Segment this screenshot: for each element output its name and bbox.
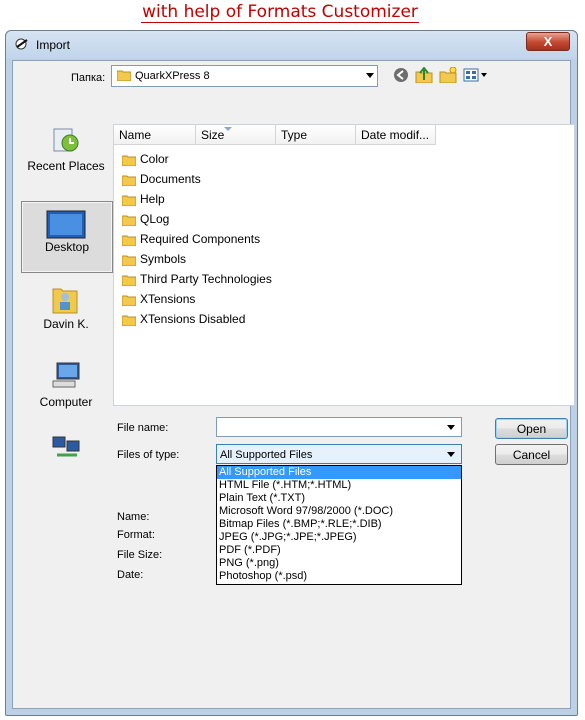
file-name-input[interactable] <box>216 417 462 437</box>
list-item[interactable]: QLog <box>122 209 169 229</box>
file-name: XTensions <box>140 292 196 306</box>
folder-icon <box>122 315 136 326</box>
place-recent-places[interactable]: Recent Places <box>21 125 111 185</box>
place-label: Computer <box>39 395 93 409</box>
dropdown-option[interactable]: Plain Text (*.TXT) <box>217 492 461 505</box>
list-item[interactable]: Third Party Technologies <box>122 269 272 289</box>
column-header-size[interactable]: Size <box>196 125 276 145</box>
folder-icon <box>122 175 136 186</box>
file-name: QLog <box>140 212 170 226</box>
computer-icon <box>52 362 80 388</box>
up-folder-icon[interactable] <box>415 67 433 83</box>
place-desktop[interactable]: Desktop <box>21 201 113 273</box>
place-label: Recent Places <box>27 159 105 173</box>
file-name: Help <box>140 192 165 206</box>
dropdown-option[interactable]: HTML File (*.HTM;*.HTML) <box>217 479 461 492</box>
column-label: Size <box>201 128 225 142</box>
look-in-label: Папка: <box>71 72 106 84</box>
import-dialog: Import X Папка: QuarkXPress 8 Recent Pla… <box>5 30 578 716</box>
back-icon[interactable] <box>393 67 409 83</box>
cancel-label: Cancel <box>512 448 551 462</box>
close-button[interactable]: X <box>526 32 570 51</box>
folder-icon <box>122 195 136 206</box>
caption: with help of Formats Customizer <box>0 2 560 23</box>
desktop-icon <box>46 210 86 239</box>
cancel-button[interactable]: Cancel <box>495 444 568 465</box>
places-bar: Recent Places Desktop Davin K. Computer <box>21 117 113 459</box>
view-menu-icon[interactable] <box>463 67 491 83</box>
column-label: Type <box>281 128 308 142</box>
file-name: Required Components <box>140 232 261 246</box>
new-folder-icon[interactable] <box>439 67 457 83</box>
file-name: Documents <box>140 172 201 186</box>
file-type-dropdown[interactable]: All Supported Files HTML File (*.HTM;*.HT… <box>216 465 462 585</box>
dropdown-option[interactable]: All Supported Files <box>217 466 461 479</box>
chevron-down-icon[interactable] <box>447 425 455 430</box>
column-header-date[interactable]: Date modif... <box>356 125 436 145</box>
place-label: Davin K. <box>43 317 89 331</box>
info-format-label: Format: <box>117 529 155 541</box>
folder-icon <box>117 70 131 81</box>
place-network[interactable] <box>21 435 111 459</box>
file-type-select[interactable]: All Supported Files <box>216 444 462 464</box>
open-button[interactable]: Open <box>495 418 568 439</box>
folder-icon <box>122 275 136 286</box>
list-item[interactable]: Symbols <box>122 249 186 269</box>
file-type-value: All Supported Files <box>220 449 313 461</box>
dropdown-option[interactable]: Bitmap Files (*.BMP;*.RLE;*.DIB) <box>217 518 461 531</box>
look-in-value: QuarkXPress 8 <box>135 70 210 82</box>
folder-icon <box>122 155 136 166</box>
column-header-name[interactable]: Name <box>114 125 196 145</box>
chevron-down-icon[interactable] <box>366 73 374 78</box>
list-item[interactable]: XTensions <box>122 289 195 309</box>
open-label: Open <box>516 422 547 436</box>
file-type-label: Files of type: <box>117 449 180 461</box>
list-item[interactable]: XTensions Disabled <box>122 309 245 329</box>
sort-arrow-icon <box>224 127 232 131</box>
info-name-label: Name: <box>117 511 150 523</box>
column-header-type[interactable]: Type <box>276 125 356 145</box>
column-label: Date modif... <box>361 128 430 142</box>
dropdown-option[interactable]: Photoshop (*.psd) <box>217 570 461 583</box>
network-icon <box>52 436 80 457</box>
dropdown-option[interactable]: Microsoft Word 97/98/2000 (*.DOC) <box>217 505 461 518</box>
folder-icon <box>122 255 136 266</box>
folder-icon <box>122 235 136 246</box>
folder-icon <box>122 215 136 226</box>
quark-app-icon <box>15 38 28 50</box>
place-user[interactable]: Davin K. <box>21 283 111 343</box>
column-label: Name <box>119 128 152 142</box>
file-list[interactable]: Name Size Type Date modif... Color Docume… <box>113 124 575 406</box>
look-in-combo[interactable]: QuarkXPress 8 <box>111 65 378 87</box>
list-item[interactable]: Documents <box>122 169 201 189</box>
file-name: XTensions Disabled <box>140 312 246 326</box>
dropdown-option[interactable]: JPEG (*.JPG;*.JPE;*.JPEG) <box>217 531 461 544</box>
place-computer[interactable]: Computer <box>21 361 111 421</box>
dialog-body: Папка: QuarkXPress 8 Recent Places Deskt… <box>12 60 575 709</box>
info-date-label: Date: <box>117 569 144 581</box>
user-folder-icon <box>52 288 78 314</box>
window-title: Import <box>36 38 71 52</box>
recent-places-icon <box>53 128 79 152</box>
list-item[interactable]: Required Components <box>122 229 260 249</box>
dropdown-option[interactable]: PDF (*.PDF) <box>217 544 461 557</box>
file-name: Symbols <box>140 252 187 266</box>
title-bar: Import X <box>6 31 577 59</box>
list-item[interactable]: Color <box>122 149 169 169</box>
chevron-down-icon[interactable] <box>447 452 455 457</box>
info-size-label: File Size: <box>117 549 163 561</box>
list-item[interactable]: Help <box>122 189 165 209</box>
place-label: Desktop <box>44 240 90 254</box>
caption-text: with help of Formats Customizer <box>141 2 419 23</box>
dropdown-option[interactable]: PNG (*.png) <box>217 557 461 570</box>
file-name: Third Party Technologies <box>140 272 272 286</box>
file-name: Color <box>140 152 169 166</box>
folder-icon <box>122 295 136 306</box>
close-icon: X <box>543 34 553 49</box>
file-name-label: File name: <box>117 422 169 434</box>
